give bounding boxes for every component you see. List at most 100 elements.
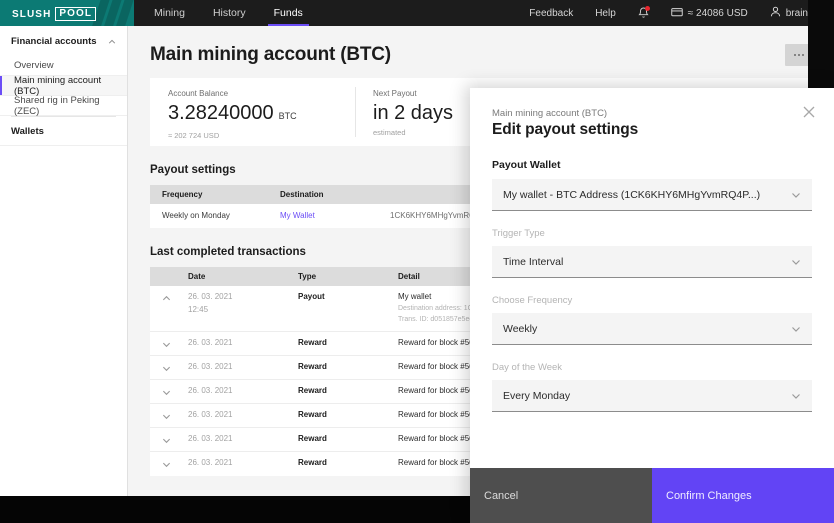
sidebar-group-label: Financial accounts [11,36,97,47]
cell-type: Reward [298,458,398,467]
select-value: My wallet - BTC Address (1CK6KHY6MHgYvmR… [503,189,760,201]
chevron-up-icon [162,294,171,303]
feedback-link[interactable]: Feedback [518,0,584,26]
stat-unit: BTC [279,104,297,128]
chevron-down-icon [162,436,171,445]
card-icon [671,7,683,20]
payout-wallet-select[interactable]: My wallet - BTC Address (1CK6KHY6MHgYvmR… [492,179,812,211]
day-of-week-select[interactable]: Every Monday [492,380,812,412]
chevron-down-icon [162,460,171,469]
stat-value: 3.28240000 [168,101,274,125]
chevron-down-icon [791,324,801,334]
page-header: Main mining account (BTC) [128,26,834,78]
chevron-down-icon [791,190,801,200]
top-navigation-bar: SLUSH POOL Mining History Funds Feedback… [0,0,834,26]
chevron-down-icon [162,364,171,373]
logo-word-slush: SLUSH [12,9,51,20]
sidebar-item-main-mining-account[interactable]: Main mining account (BTC) [0,76,127,96]
column-header-date: Date [188,272,298,281]
cell-type: Reward [298,434,398,443]
trigger-type-select[interactable]: Time Interval [492,246,812,278]
chevron-down-icon [791,257,801,267]
expand-toggle[interactable] [150,386,188,397]
tab-history[interactable]: History [199,0,260,26]
expand-toggle[interactable] [150,410,188,421]
field-trigger-type: Trigger Type Time Interval [492,228,812,278]
cell-date-value: 26. 03. 2021 [188,292,298,301]
stat-value: in 2 days [373,101,453,125]
frequency-select[interactable]: Weekly [492,313,812,345]
cell-date: 26. 03. 2021 [188,338,298,347]
stat-value-row: 3.28240000 BTC [168,101,337,128]
expand-toggle[interactable] [150,434,188,445]
stat-account-balance: Account Balance 3.28240000 BTC ≈ 202 724… [150,78,355,146]
sidebar-group-wallets[interactable]: Wallets [0,117,127,146]
confirm-changes-button[interactable]: Confirm Changes [652,468,834,523]
field-label: Choose Frequency [492,295,812,306]
cell-date: 26. 03. 2021 [188,362,298,371]
cancel-button[interactable]: Cancel [470,468,652,523]
cell-date: 26. 03. 2021 [188,434,298,443]
cell-date: 26. 03. 2021 [188,410,298,419]
person-icon [770,6,781,20]
select-value: Weekly [503,323,537,335]
chevron-down-icon [162,388,171,397]
sidebar-item-overview[interactable]: Overview [0,56,127,76]
balance-amount: ≈ 24086 USD [688,8,748,19]
edit-payout-settings-modal: Main mining account (BTC) Edit payout se… [470,88,834,523]
dot [794,54,796,56]
top-bar-right-group: Feedback Help ≈ 24086 [518,0,834,26]
page-title: Main mining account (BTC) [150,44,812,66]
balance-indicator[interactable]: ≈ 24086 USD [660,0,759,26]
sidebar-group-financial-accounts[interactable]: Financial accounts [0,26,127,56]
cell-destination-link[interactable]: My Wallet [280,211,390,220]
cell-date: 26. 03. 2021 [188,458,298,467]
help-link[interactable]: Help [584,0,627,26]
cell-type: Reward [298,362,398,371]
sidebar-item-label: Overview [14,60,54,71]
stat-label: Account Balance [168,89,337,98]
chevron-down-icon [162,340,171,349]
chevron-down-icon [162,412,171,421]
tab-funds[interactable]: Funds [260,0,317,26]
select-value: Time Interval [503,256,563,268]
tab-mining[interactable]: Mining [140,0,199,26]
stat-subtext: ≈ 202 724 USD [168,131,337,140]
field-choose-frequency: Choose Frequency Weekly [492,295,812,345]
expand-toggle[interactable] [150,458,188,469]
cell-date: 26. 03. 2021 [188,386,298,395]
logo-word-pool: POOL [55,7,96,21]
expand-toggle[interactable] [150,362,188,373]
chevron-up-icon [108,38,116,46]
sidebar-item-label: Shared rig in Peking (ZEC) [14,95,127,117]
field-label: Day of the Week [492,362,812,373]
main-nav-tabs: Mining History Funds [140,0,317,26]
field-day-of-week: Day of the Week Every Monday [492,362,812,412]
field-label: Trigger Type [492,228,812,239]
cell-type: Payout [298,292,398,301]
cell-date: 26. 03. 2021 12:45 [188,292,298,314]
notification-badge-dot [645,6,650,11]
window-right-edge [808,0,834,90]
column-header-type: Type [298,272,398,281]
cell-type: Reward [298,410,398,419]
dot [802,54,804,56]
notifications-button[interactable] [627,0,660,26]
sidebar: Financial accounts Overview Main mining … [0,26,128,496]
select-value: Every Monday [503,390,570,402]
dot [798,54,800,56]
expand-toggle[interactable] [150,338,188,349]
chevron-down-icon [791,391,801,401]
sidebar-item-label: Main mining account (BTC) [14,75,127,97]
cell-type: Reward [298,338,398,347]
field-label: Payout Wallet [492,159,812,171]
column-header-frequency: Frequency [150,190,280,199]
modal-footer: Cancel Confirm Changes [470,468,834,523]
app-root: SLUSH POOL Mining History Funds Feedback… [0,0,834,523]
sidebar-item-shared-rig-peking[interactable]: Shared rig in Peking (ZEC) [0,96,127,116]
close-icon[interactable] [802,105,816,119]
field-payout-wallet: Payout Wallet My wallet - BTC Address (1… [492,159,812,211]
cell-type: Reward [298,386,398,395]
slushpool-logo[interactable]: SLUSH POOL [0,0,134,26]
expand-toggle[interactable] [150,292,188,303]
